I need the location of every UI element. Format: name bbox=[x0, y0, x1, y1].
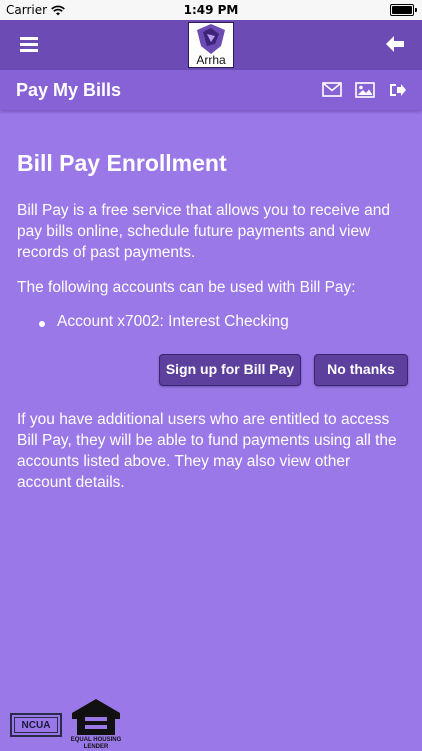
logo-text: Arrha bbox=[196, 53, 226, 67]
image-icon[interactable] bbox=[355, 82, 375, 98]
accounts-label: The following accounts can be used with … bbox=[17, 279, 356, 296]
logo-mark-icon bbox=[197, 24, 225, 54]
page-header: Pay My Bills bbox=[0, 70, 422, 110]
equal-housing-lender-logo: EQUAL HOUSING LENDER bbox=[70, 697, 122, 750]
no-thanks-button[interactable]: No thanks bbox=[314, 354, 408, 386]
enrollment-content: Bill Pay Enrollment Bill Pay is a free s… bbox=[17, 148, 397, 330]
status-bar: Carrier 1:49 PM bbox=[0, 0, 422, 20]
brand-logo: Arrha bbox=[188, 22, 234, 68]
account-list: Account x7002: Interest Checking bbox=[39, 313, 289, 331]
battery-icon bbox=[390, 4, 417, 16]
logout-icon[interactable] bbox=[389, 82, 407, 98]
house-icon bbox=[72, 699, 120, 735]
page-title: Pay My Bills bbox=[16, 80, 122, 100]
battery-level bbox=[392, 6, 412, 14]
top-nav: Arrha bbox=[0, 20, 422, 70]
envelope-icon[interactable] bbox=[322, 82, 342, 97]
equal-housing-label: EQUAL HOUSING LENDER bbox=[70, 737, 122, 750]
additional-users-text: If you have additional users who are ent… bbox=[17, 410, 397, 491]
hamburger-menu-icon[interactable] bbox=[20, 37, 38, 53]
section-heading: Bill Pay Enrollment bbox=[17, 150, 227, 176]
sign-up-button[interactable]: Sign up for Bill Pay bbox=[159, 354, 301, 386]
list-item: Account x7002: Interest Checking bbox=[39, 313, 289, 331]
status-time: 1:49 PM bbox=[183, 3, 239, 17]
ncua-logo-text: NCUA bbox=[14, 717, 58, 733]
ncua-logo: NCUA bbox=[10, 713, 62, 737]
arrow-left-icon[interactable] bbox=[384, 33, 406, 55]
intro-text: Bill Pay is a free service that allows y… bbox=[17, 202, 391, 261]
